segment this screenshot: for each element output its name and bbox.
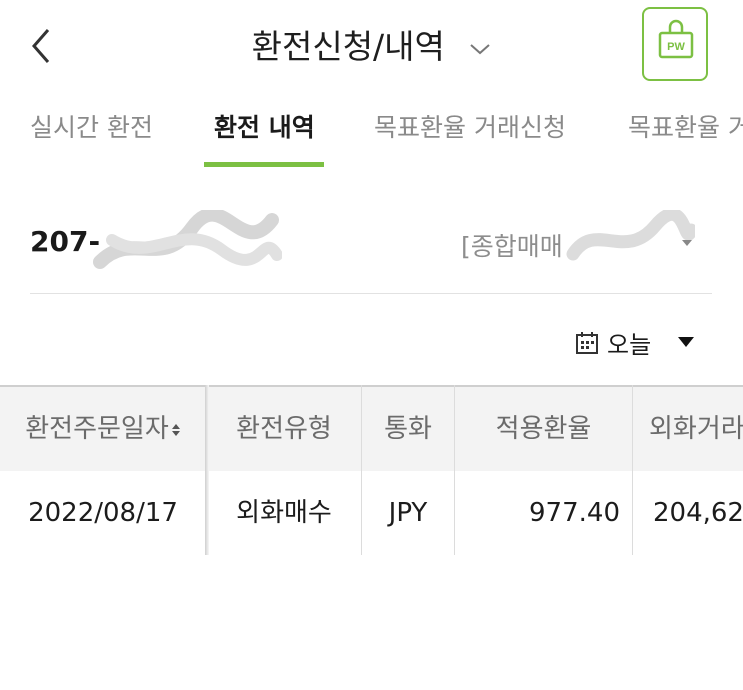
sort-icon: [171, 423, 180, 436]
lock-pw-icon: PW: [658, 19, 694, 59]
account-number: 207-: [30, 225, 101, 258]
cell-order-date: 2022/08/17: [28, 498, 178, 528]
redaction-scribble: [93, 210, 282, 269]
cell-exchange-type: 외화매수: [236, 498, 332, 528]
title-container: 환전신청/내역: [0, 20, 743, 68]
column-header-currency: 통화: [384, 414, 432, 444]
column-header-fx-amount: 외화거라: [649, 414, 743, 444]
tab-realtime-exchange[interactable]: 실시간 환전: [30, 108, 153, 144]
account-type: [종합매매: [461, 232, 563, 261]
tab-target-rate-request[interactable]: 목표환율 거래신청: [374, 108, 566, 144]
column-divider: [632, 385, 633, 555]
tab-bar: 실시간 환전 환전 내역 목표환율 거래신청 목표환율 거: [0, 96, 743, 168]
page-title: 환전신청/내역: [251, 27, 445, 66]
column-header-exchange-type: 환전유형: [236, 414, 332, 444]
column-header-applied-rate: 적용환율: [495, 414, 592, 444]
column-header-order-date[interactable]: 환전주문일자: [0, 387, 206, 471]
exchange-history-table: 환전주문일자 환전유형 통화 적용환율 외화거라 2022/08/17 외화매수…: [0, 385, 743, 555]
caret-down-icon: [682, 240, 692, 246]
cell-currency: JPY: [388, 498, 428, 528]
chevron-down-icon: [470, 43, 491, 54]
tab-exchange-history[interactable]: 환전 내역: [214, 108, 315, 144]
column-divider: [454, 385, 455, 555]
period-label: 오늘: [607, 331, 652, 359]
calendar-icon: [576, 332, 598, 354]
frozen-column-divider: [205, 385, 209, 555]
app-header: 환전신청/내역 PW: [0, 0, 743, 88]
caret-down-icon: [678, 337, 694, 347]
tab-target-rate-more[interactable]: 목표환율 거: [628, 108, 743, 144]
divider: [30, 293, 712, 294]
pw-label: PW: [667, 41, 685, 53]
column-divider: [361, 385, 362, 555]
account-selector[interactable]: 207- [종합매매: [0, 210, 743, 280]
cell-applied-rate: 977.40: [529, 498, 620, 528]
cell-fx-amount: 204,62: [653, 498, 743, 528]
page-title-dropdown[interactable]: 환전신청/내역: [252, 20, 492, 68]
password-button[interactable]: PW: [642, 7, 708, 81]
redaction-scribble: [566, 210, 695, 261]
active-tab-indicator: [204, 162, 324, 167]
